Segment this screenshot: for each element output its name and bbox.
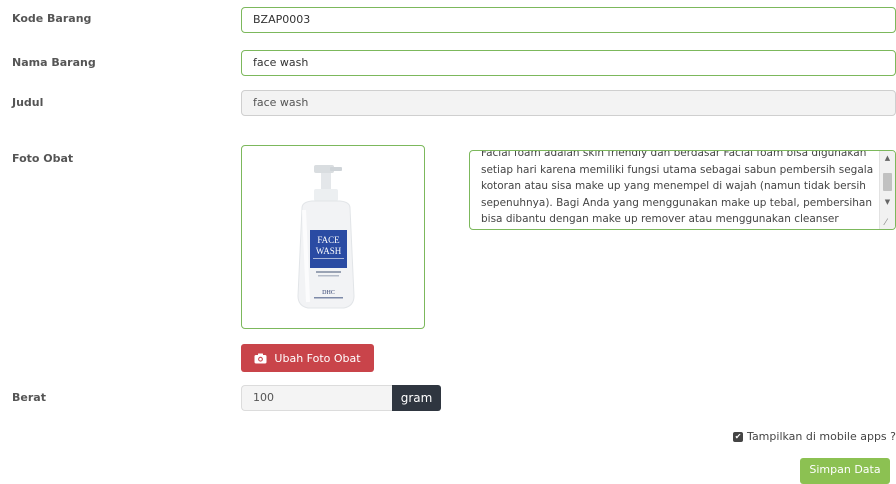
- description-textarea[interactable]: Facial foam adalah skin friendly dan ber…: [469, 150, 896, 230]
- foto-obat-label: Foto Obat: [12, 152, 74, 165]
- simpan-data-button[interactable]: Simpan Data: [800, 458, 890, 484]
- face-wash-bottle-image: FACE WASH DHC: [297, 165, 355, 309]
- ubah-foto-label: Ubah Foto Obat: [274, 351, 361, 365]
- mobile-apps-label: Tampilkan di mobile apps ?: [747, 430, 896, 443]
- berat-unit-addon: gram: [392, 385, 441, 411]
- nama-barang-input[interactable]: face wash: [241, 50, 896, 76]
- scroll-down-arrow-icon[interactable]: ▼: [880, 195, 895, 209]
- nama-barang-label: Nama Barang: [12, 56, 96, 69]
- mobile-apps-checkbox[interactable]: ✔: [733, 431, 744, 442]
- kode-barang-input[interactable]: BZAP0003: [241, 7, 896, 33]
- kode-barang-label: Kode Barang: [12, 12, 92, 25]
- berat-input[interactable]: 100: [241, 385, 392, 411]
- bottle-brand: DHC: [322, 290, 335, 296]
- camera-icon: [254, 353, 267, 363]
- product-photo: FACE WASH DHC: [241, 145, 425, 329]
- judul-label: Judul: [12, 96, 44, 109]
- bottle-label-wash: WASH: [316, 246, 342, 256]
- ubah-foto-button[interactable]: Ubah Foto Obat: [241, 344, 374, 372]
- judul-input[interactable]: face wash: [241, 90, 896, 116]
- scroll-up-arrow-icon[interactable]: ▲: [880, 151, 895, 165]
- description-scrollbar[interactable]: ▲ ▼: [879, 151, 895, 229]
- bottle-label-face: FACE: [317, 235, 340, 245]
- mobile-apps-toggle[interactable]: ✔ Tampilkan di mobile apps ?: [733, 430, 896, 443]
- scroll-thumb[interactable]: [883, 173, 892, 191]
- description-text: Facial foam adalah skin friendly dan ber…: [481, 150, 874, 225]
- berat-label: Berat: [12, 391, 46, 404]
- resize-grip-icon[interactable]: ⁄: [885, 219, 894, 228]
